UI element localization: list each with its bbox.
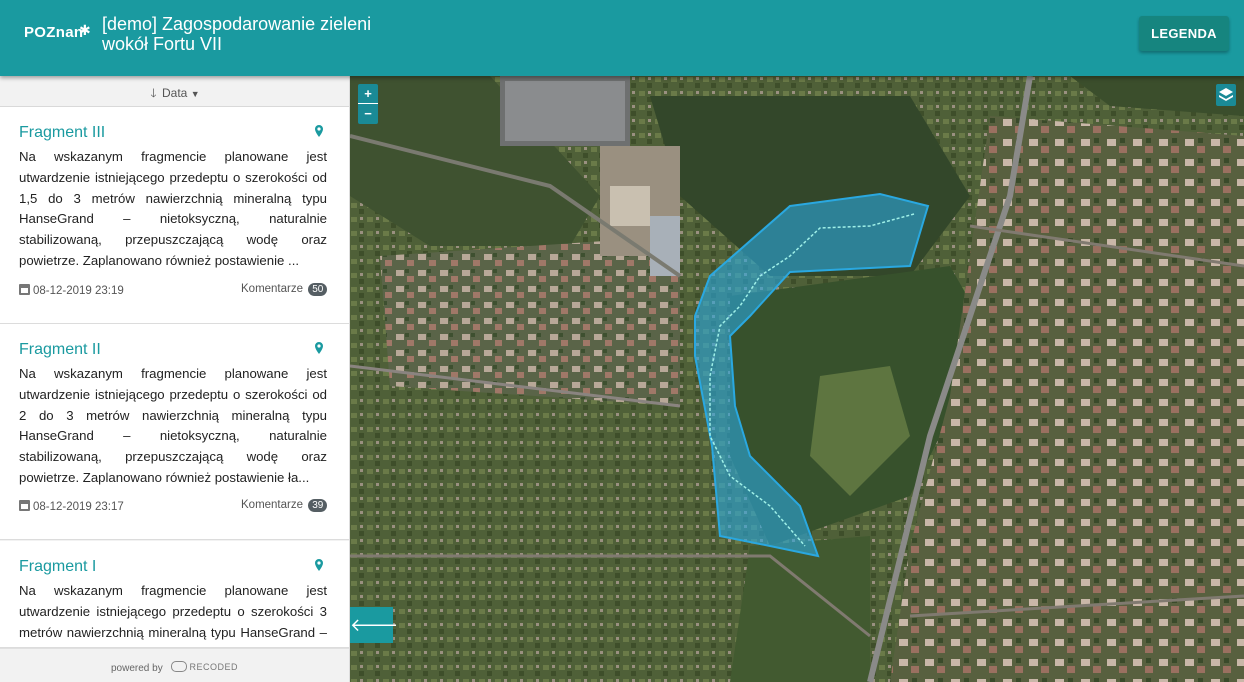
card-date: 08-12-2019 23:17	[19, 500, 124, 513]
list-item[interactable]: Fragment III Na wskazanym fragmencie pla…	[0, 107, 349, 324]
card-date-text: 08-12-2019 23:17	[33, 501, 124, 513]
page-title-line1: [demo] Zagospodarowanie zieleni	[102, 14, 372, 34]
sort-label: Data	[161, 86, 188, 100]
arrow-down-icon: 🡓	[150, 86, 157, 100]
card-description: Na wskazanym fragmencie planowane jest u…	[19, 366, 327, 485]
page-title: [demo] Zagospodarowanie zieleni wokół Fo…	[102, 14, 422, 54]
calendar-icon	[19, 284, 30, 295]
map-pin-icon[interactable]	[314, 125, 324, 137]
satellite-map-image	[350, 76, 1244, 682]
recoded-brand-text: RECODED	[189, 662, 238, 672]
card-title[interactable]: Fragment III	[19, 124, 105, 142]
recoded-logo-icon	[171, 661, 188, 672]
page-title-line2: wokół Fortu VII	[102, 34, 223, 54]
sidebar-footer: powered by RECODED	[0, 648, 349, 682]
map-pin-icon[interactable]	[314, 342, 324, 354]
card-description: Na wskazanym fragmencie planowane jest u…	[19, 149, 327, 268]
comments-count-badge: 39	[308, 499, 328, 512]
legend-button[interactable]: LEGENDA	[1139, 16, 1229, 51]
list-item[interactable]: Fragment II Na wskazanym fragmencie plan…	[0, 324, 349, 540]
recoded-logo[interactable]: RECODED	[171, 661, 238, 672]
card-date: 08-12-2019 23:19	[19, 284, 124, 297]
comments-link[interactable]: Komentarze 50	[241, 283, 328, 296]
collapse-sidebar-button[interactable]: 🡐	[350, 607, 398, 643]
sort-dropdown[interactable]: 🡓 Data ▼	[0, 76, 349, 107]
card-title[interactable]: Fragment I	[19, 558, 96, 576]
poznan-logo[interactable]: POZnan	[24, 24, 83, 41]
calendar-icon	[19, 500, 30, 511]
arrow-left-icon: 🡐	[350, 615, 399, 635]
card-description: Na wskazanym fragmencie planowane jest u…	[19, 583, 327, 647]
zoom-out-button[interactable]: −	[358, 104, 378, 124]
layers-icon	[1219, 88, 1233, 101]
card-date-text: 08-12-2019 23:19	[33, 285, 124, 297]
comments-label: Komentarze	[241, 283, 304, 295]
map-view[interactable]: + −	[350, 76, 1244, 682]
caret-down-icon: ▼	[190, 89, 200, 99]
comments-link[interactable]: Komentarze 39	[241, 499, 328, 512]
comments-label: Komentarze	[241, 499, 304, 511]
comments-count-badge: 50	[308, 283, 328, 296]
logo-star-icon: ✱	[79, 22, 91, 38]
map-pin-icon[interactable]	[314, 559, 324, 571]
powered-by-text: powered by	[111, 663, 163, 674]
layers-button[interactable]	[1216, 84, 1236, 106]
zoom-control: + −	[358, 84, 378, 124]
card-title[interactable]: Fragment II	[19, 341, 101, 359]
top-header: POZnan ✱ [demo] Zagospodarowanie zieleni…	[0, 0, 1244, 76]
list-item[interactable]: Fragment I Na wskazanym fragmencie plano…	[0, 541, 349, 648]
sidebar: 🡓 Data ▼ Fragment III Na wskazanym fragm…	[0, 76, 350, 682]
zoom-in-button[interactable]: +	[358, 84, 378, 104]
